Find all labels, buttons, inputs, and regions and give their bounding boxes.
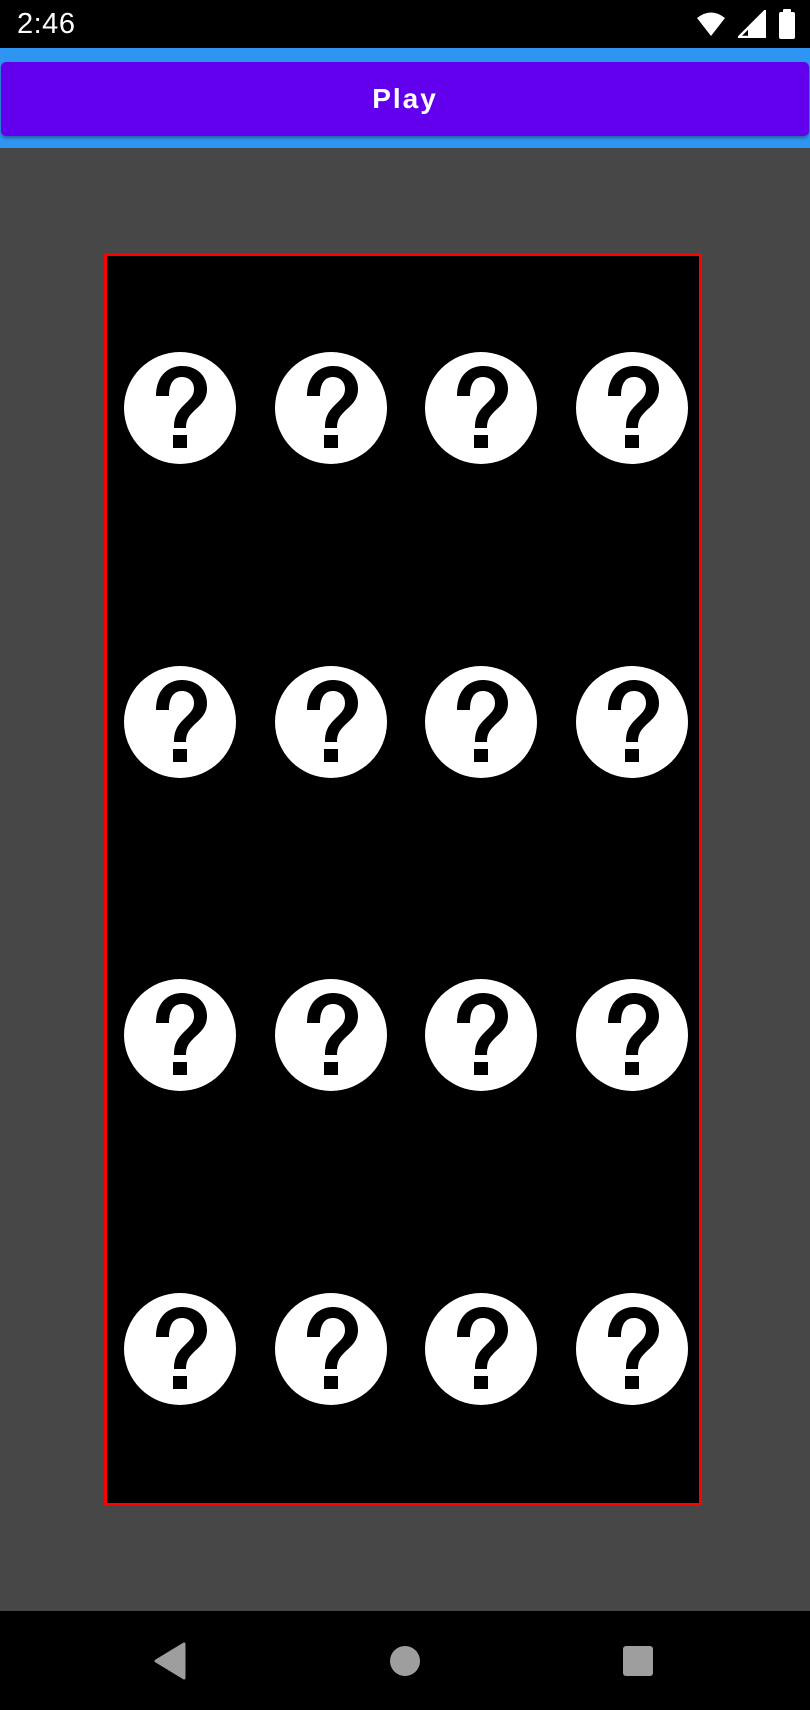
home-button[interactable] bbox=[375, 1631, 435, 1691]
game-board bbox=[104, 253, 702, 1506]
question-mark-icon bbox=[424, 665, 538, 779]
question-mark-icon bbox=[424, 1292, 538, 1406]
back-button[interactable] bbox=[139, 1631, 199, 1691]
card-r4-c2[interactable] bbox=[274, 1292, 388, 1406]
question-mark-icon bbox=[123, 1292, 237, 1406]
question-mark-icon bbox=[123, 978, 237, 1092]
card-r4-c3[interactable] bbox=[424, 1292, 538, 1406]
question-mark-icon bbox=[575, 665, 689, 779]
card-r2-c3[interactable] bbox=[424, 665, 538, 779]
play-button[interactable]: Play bbox=[1, 62, 809, 136]
question-mark-icon bbox=[575, 1292, 689, 1406]
card-r3-c1[interactable] bbox=[123, 978, 237, 1092]
question-mark-icon bbox=[123, 351, 237, 465]
question-mark-icon bbox=[274, 978, 388, 1092]
back-icon bbox=[139, 1631, 199, 1691]
card-r3-c3[interactable] bbox=[424, 978, 538, 1092]
cellular-signal-icon bbox=[738, 10, 766, 38]
question-mark-icon bbox=[274, 665, 388, 779]
battery-icon bbox=[778, 9, 796, 39]
card-r2-c4[interactable] bbox=[575, 665, 689, 779]
card-r2-c1[interactable] bbox=[123, 665, 237, 779]
home-icon bbox=[375, 1631, 435, 1691]
status-bar: 2:46 bbox=[0, 0, 810, 48]
card-r3-c4[interactable] bbox=[575, 978, 689, 1092]
question-mark-icon bbox=[575, 351, 689, 465]
navigation-bar bbox=[0, 1611, 810, 1710]
recents-button[interactable] bbox=[608, 1631, 668, 1691]
recents-icon bbox=[608, 1631, 668, 1691]
card-r1-c1[interactable] bbox=[123, 351, 237, 465]
card-r2-c2[interactable] bbox=[274, 665, 388, 779]
card-r1-c3[interactable] bbox=[424, 351, 538, 465]
card-r1-c4[interactable] bbox=[575, 351, 689, 465]
question-mark-icon bbox=[575, 978, 689, 1092]
card-r4-c4[interactable] bbox=[575, 1292, 689, 1406]
card-r1-c2[interactable] bbox=[274, 351, 388, 465]
card-r3-c2[interactable] bbox=[274, 978, 388, 1092]
status-time: 2:46 bbox=[17, 8, 76, 40]
question-mark-icon bbox=[424, 978, 538, 1092]
status-icons bbox=[696, 9, 796, 39]
question-mark-icon bbox=[274, 1292, 388, 1406]
question-mark-icon bbox=[424, 351, 538, 465]
wifi-icon bbox=[696, 11, 726, 37]
card-r4-c1[interactable] bbox=[123, 1292, 237, 1406]
question-mark-icon bbox=[123, 665, 237, 779]
question-mark-icon bbox=[274, 351, 388, 465]
